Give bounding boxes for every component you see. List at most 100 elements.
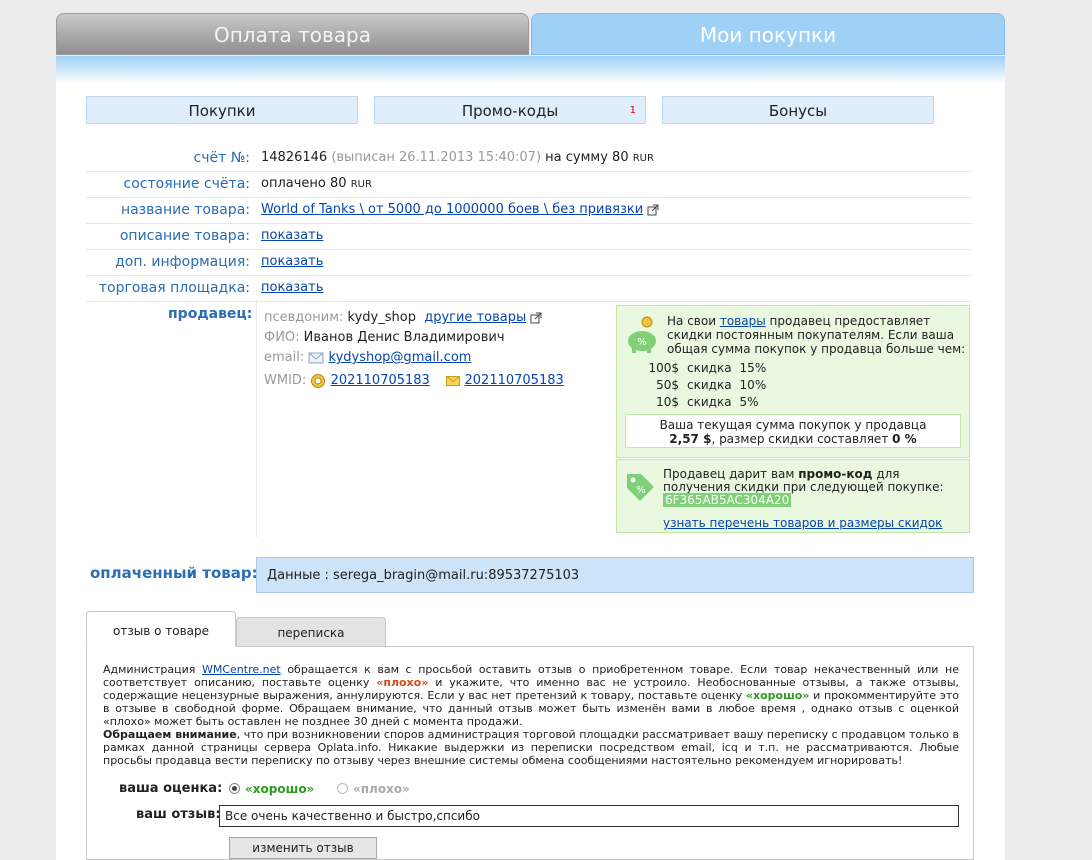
external-link-icon xyxy=(647,204,659,215)
seller-divider xyxy=(256,300,257,537)
external-link-icon xyxy=(530,312,542,323)
review-p1-good: «хорошо» xyxy=(745,689,810,702)
promo-goods-link[interactable]: узнать перечень товаров и размеры скидок xyxy=(663,516,942,530)
tab-review[interactable]: отзыв о товаре xyxy=(86,611,236,647)
wmid-link-2[interactable]: 202110705183 xyxy=(465,373,564,388)
current-mid: , размер скидки составляет xyxy=(711,432,889,446)
discount-word: скидка xyxy=(687,361,732,375)
review-label: ваш отзыв: xyxy=(136,807,221,822)
seller-wmid-line: WMID: 202110705183 202110705183 xyxy=(264,371,564,391)
tab-chat[interactable]: переписка xyxy=(236,617,386,647)
product-name-link[interactable]: World of Tanks \ от 5000 до 1000000 боев… xyxy=(261,202,643,217)
product-desc-label: описание товара: xyxy=(119,228,250,244)
discount-text: На свои товары продавец предоставляет ск… xyxy=(667,314,967,356)
svg-text:%: % xyxy=(637,337,647,348)
discount-table: 100$ скидка 15% 50$ скидка 10% 10$ скидка 5% xyxy=(647,360,774,411)
discount-box: % На свои товары продавец предоставляет … xyxy=(616,305,970,458)
seller-email-line: email: kydyshop@gmail.com xyxy=(264,348,471,368)
invoice-sum: на сумму 80 xyxy=(545,150,629,165)
promo-text-a: Продавец дарит вам xyxy=(663,467,795,481)
panel-header-gradient xyxy=(56,56,1005,84)
seller-email-link[interactable]: kydyshop@gmail.com xyxy=(329,350,472,365)
discount-word: скидка xyxy=(687,395,732,409)
invoice-currency: RUR xyxy=(632,153,654,164)
change-review-button[interactable]: изменить отзыв xyxy=(229,837,377,859)
subtab-purchases-label: Покупки xyxy=(188,102,256,120)
subtab-purchases[interactable]: Покупки xyxy=(86,96,358,124)
discount-pct: 5% xyxy=(739,395,759,409)
email-icon xyxy=(308,352,324,363)
message-icon xyxy=(446,375,461,386)
invoice-issued: (выписан 26.11.2013 15:40:07) xyxy=(331,150,542,165)
status-label: состояние счёта: xyxy=(123,176,250,192)
marketplace-row: торговая площадка: показать xyxy=(86,276,972,302)
extra-info-label: доп. информация: xyxy=(115,254,250,270)
discount-amount: 50$ xyxy=(656,378,679,392)
product-name-row: название товара: World of Tanks \ от 500… xyxy=(86,198,972,224)
review-instructions: Администрация WMCentre.net обращается к … xyxy=(103,663,959,767)
product-name-label: название товара: xyxy=(120,202,250,218)
paid-goods-value: Данные : serega_bragin@mail.ru:895372751… xyxy=(256,557,974,593)
current-discount-summary: Ваша текущая сумма покупок у продавца 2,… xyxy=(625,414,961,448)
piggy-bank-icon: % xyxy=(628,316,656,353)
show-marketplace-link[interactable]: показать xyxy=(261,280,323,295)
promo-code[interactable]: 6F365AB5AC304A20 xyxy=(663,493,792,507)
rating-good-radio[interactable] xyxy=(229,783,240,794)
promo-text: Продавец дарит вам промо-код для получен… xyxy=(663,468,965,507)
product-name-wrap: World of Tanks \ от 5000 до 1000000 боев… xyxy=(261,198,659,222)
product-desc-row: описание товара: показать xyxy=(86,224,972,250)
extra-info-row: доп. информация: показать xyxy=(86,250,972,276)
discount-row: 50$ скидка 10% xyxy=(647,377,774,394)
webmoney-icon xyxy=(311,373,326,388)
review-panel: Администрация WMCentre.net обращается к … xyxy=(86,646,974,860)
show-extra-info-link[interactable]: показать xyxy=(261,254,323,269)
rating-bad-radio[interactable] xyxy=(337,783,348,794)
discount-pct: 15% xyxy=(739,361,767,375)
review-p2-bold: Обращаем внимание xyxy=(103,728,237,741)
main-panel: Покупки Промо-коды 1 Бонусы счёт №: 14826… xyxy=(56,56,1005,860)
rating-good-label[interactable]: «хорошо» xyxy=(245,782,314,796)
tab-my-purchases[interactable]: Мои покупки xyxy=(531,13,1005,55)
discount-row: 100$ скидка 15% xyxy=(647,360,774,377)
review-p1-a: Администрация xyxy=(103,663,196,676)
seller-wmid-key: WMID: xyxy=(264,373,307,388)
marketplace-wrap: показать xyxy=(261,276,323,300)
wmid-link-1[interactable]: 202110705183 xyxy=(331,373,430,388)
discount-pct: 10% xyxy=(739,378,767,392)
status-value-wrap: оплачено 80 RUR xyxy=(261,172,372,197)
promo-text-bold: промо-код xyxy=(798,467,873,481)
show-description-link[interactable]: показать xyxy=(261,228,323,243)
subtab-bonuses[interactable]: Бонусы xyxy=(662,96,934,124)
review-input[interactable]: Все очень качественно и быстро,спсибо xyxy=(219,805,959,827)
seller-nick-key: псевдоним: xyxy=(264,310,344,325)
subtab-promo-codes[interactable]: Промо-коды 1 xyxy=(374,96,646,124)
discount-tag-icon: % xyxy=(627,474,654,501)
seller-fio: Иванов Денис Владимирович xyxy=(303,330,505,345)
status-value: оплачено 80 xyxy=(261,176,347,191)
extra-info-wrap: показать xyxy=(261,250,323,274)
current-pct: 0 % xyxy=(892,432,917,446)
rating-bad-label[interactable]: «плохо» xyxy=(353,782,410,796)
other-goods-link[interactable]: другие товары xyxy=(424,310,526,325)
marketplace-label: торговая площадка: xyxy=(98,280,250,296)
discount-amount: 10$ xyxy=(656,395,679,409)
seller-email-key: email: xyxy=(264,350,305,365)
seller-fio-key: ФИО: xyxy=(264,330,300,345)
discount-word: скидка xyxy=(687,378,732,392)
invoice-number: 14826146 xyxy=(261,150,328,165)
svg-text:%: % xyxy=(636,485,646,496)
seller-goods-link[interactable]: товары xyxy=(720,314,766,328)
invoice-value: 14826146 (выписан 26.11.2013 15:40:07) н… xyxy=(261,146,654,171)
discount-amount: 100$ xyxy=(648,361,679,375)
promo-count-badge: 1 xyxy=(629,105,636,116)
subtab-bonuses-label: Бонусы xyxy=(768,102,828,120)
invoice-row: счёт №: 14826146 (выписан 26.11.2013 15:… xyxy=(86,146,972,172)
top-tabs: Оплата товара Мои покупки xyxy=(56,13,1005,57)
discount-text-a: На свои xyxy=(667,314,717,328)
tab-payment[interactable]: Оплата товара xyxy=(56,13,529,55)
rating-label: ваша оценка: xyxy=(119,781,223,796)
paid-goods-label: оплаченный товар: xyxy=(90,564,258,582)
wmcentre-link[interactable]: WMCentre.net xyxy=(202,663,281,676)
discount-row: 10$ скидка 5% xyxy=(647,394,774,411)
review-p1-bad: «плохо» xyxy=(376,676,429,689)
